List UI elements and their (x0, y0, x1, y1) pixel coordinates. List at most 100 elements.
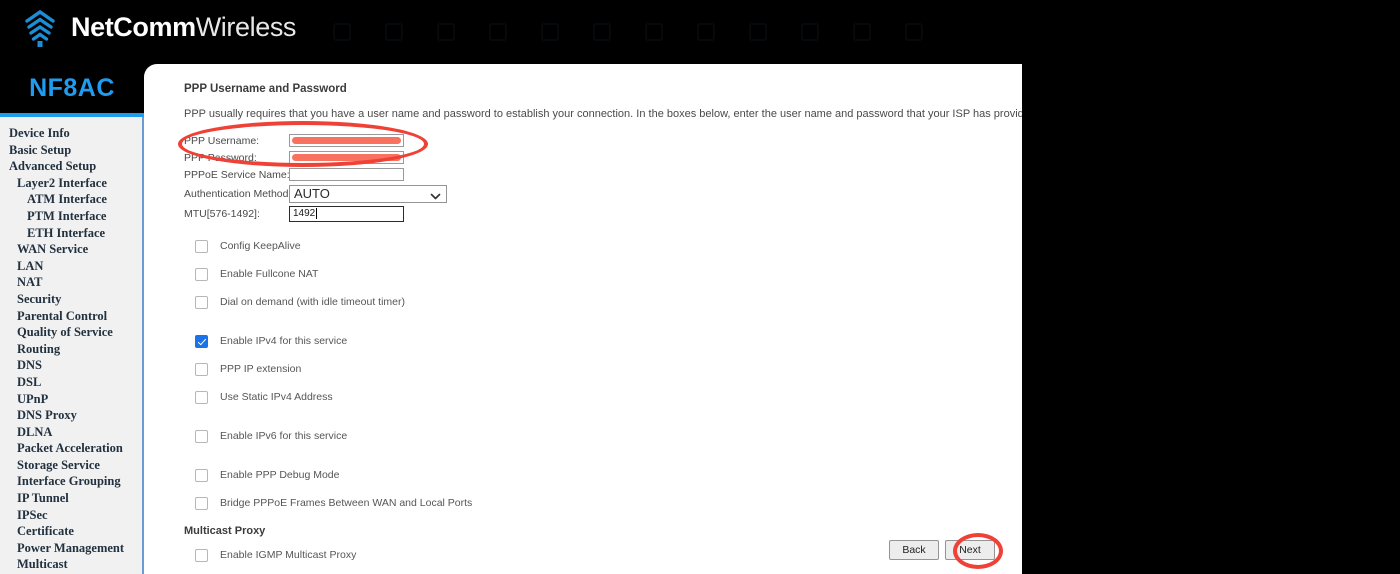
auth-method-label: Authentication Method: (184, 187, 292, 200)
field-row-pppoe-service-name: PPPoE Service Name: (184, 166, 994, 183)
sidebar-item-quality-of-service[interactable]: Quality of Service (0, 324, 142, 341)
auth-method-value: AUTO (294, 186, 330, 201)
brand-name-primary: NetComm (71, 11, 196, 42)
sidebar-item-advanced-setup[interactable]: Advanced Setup (0, 158, 142, 175)
app-header: NetCommWireless (0, 0, 1400, 58)
options-group-ipv4: Enable IPv4 for this service PPP IP exten… (184, 327, 994, 411)
ppp-username-input[interactable] (289, 134, 404, 147)
igmp-multicast-proxy-label: Enable IGMP Multicast Proxy (220, 549, 357, 561)
sidebar-item-packet-acceleration[interactable]: Packet Acceleration (0, 440, 142, 457)
option-row-igmp-multicast-proxy: Enable IGMP Multicast Proxy (184, 541, 994, 569)
sidebar-item-layer2-interface[interactable]: Layer2 Interface (0, 175, 142, 192)
enable-ppp-debug-mode-label: Enable PPP Debug Mode (220, 469, 340, 481)
sidebar-item-ipsec[interactable]: IPSec (0, 507, 142, 524)
sidebar-item-dns[interactable]: DNS (0, 357, 142, 374)
option-row-enable-fullcone-nat: Enable Fullcone NAT (184, 260, 994, 288)
sidebar-item-interface-grouping[interactable]: Interface Grouping (0, 473, 142, 490)
dial-on-demand-with-idle-timeout-timer-checkbox[interactable] (195, 295, 208, 309)
options-group-ipv6: Enable IPv6 for this service (184, 422, 994, 450)
sidebar-item-device-info[interactable]: Device Info (0, 125, 142, 142)
sidebar-item-storage-service[interactable]: Storage Service (0, 457, 142, 474)
sidebar-item-eth-interface[interactable]: ETH Interface (0, 225, 142, 242)
back-button[interactable]: Back (889, 540, 939, 560)
sidebar-item-lan[interactable]: LAN (0, 258, 142, 275)
use-static-ipv4-address-checkbox[interactable] (195, 390, 208, 404)
credentials-form: PPP Username: PPP Password: PPPoE Servic… (184, 132, 994, 223)
mtu-label: MTU[576-1492]: (184, 207, 260, 220)
use-static-ipv4-address-label: Use Static IPv4 Address (220, 391, 333, 403)
option-row-dial-on-demand-with-idle-timeout-timer: Dial on demand (with idle timeout timer) (184, 288, 994, 316)
sidebar-item-dsl[interactable]: DSL (0, 374, 142, 391)
chevron-down-icon (430, 190, 441, 199)
option-row-use-static-ipv4-address: Use Static IPv4 Address (184, 383, 994, 411)
wifi-signal-icon (18, 8, 62, 48)
dial-on-demand-with-idle-timeout-timer-label: Dial on demand (with idle timeout timer) (220, 296, 405, 308)
ppp-password-label: PPP Password: (184, 151, 257, 164)
enable-ppp-debug-mode-checkbox[interactable] (195, 468, 208, 482)
option-row-enable-ipv6-for-this-service: Enable IPv6 for this service (184, 422, 994, 450)
ppp-username-label: PPP Username: (184, 134, 260, 147)
option-row-enable-ipv4-for-this-service: Enable IPv4 for this service (184, 327, 994, 355)
redaction-overlay (292, 137, 401, 144)
igmp-multicast-proxy-checkbox[interactable] (195, 548, 208, 562)
sidebar-item-security[interactable]: Security (0, 291, 142, 308)
sidebar-nav[interactable]: Device Info Basic Setup Advanced Setup Laye… (0, 117, 144, 574)
page-title: PPP Username and Password (184, 83, 347, 95)
sidebar-item-routing[interactable]: Routing (0, 341, 142, 358)
content-panel: PPP Username and Password PPP usually re… (144, 64, 1022, 574)
sidebar-item-wan-service[interactable]: WAN Service (0, 241, 142, 258)
sidebar-item-dns-proxy[interactable]: DNS Proxy (0, 407, 142, 424)
sidebar-item-dlna[interactable]: DLNA (0, 424, 142, 441)
option-row-ppp-ip-extension: PPP IP extension (184, 355, 994, 383)
sidebar-item-ptm-interface[interactable]: PTM Interface (0, 208, 142, 225)
sidebar: NF8AC Device Info Basic Setup Advanced Set… (0, 58, 144, 574)
auth-method-select[interactable]: AUTO (289, 184, 447, 203)
brand-wordmark: NetCommWireless (71, 11, 297, 43)
sidebar-item-power-management[interactable]: Power Management (0, 540, 142, 557)
ppp-password-input[interactable] (289, 151, 404, 164)
sidebar-item-nat[interactable]: NAT (0, 274, 142, 291)
bridge-pppoe-frames-between-wan-and-local-ports-label: Bridge PPPoE Frames Between WAN and Loca… (220, 497, 473, 509)
ppp-ip-extension-checkbox[interactable] (195, 362, 208, 376)
redaction-overlay (292, 154, 401, 161)
pppoe-service-name-label: PPPoE Service Name: (184, 168, 290, 181)
enable-fullcone-nat-checkbox[interactable] (195, 267, 208, 281)
device-model-label: NF8AC (29, 74, 115, 102)
option-row-config-keepalive: Config KeepAlive (184, 232, 994, 260)
mtu-value: 1492 (293, 208, 316, 219)
config-keepalive-checkbox[interactable] (195, 239, 208, 253)
field-row-ppp-password: PPP Password: (184, 149, 994, 166)
sidebar-item-upnp[interactable]: UPnP (0, 391, 142, 408)
enable-ipv4-for-this-service-label: Enable IPv4 for this service (220, 335, 348, 347)
pppoe-service-name-input[interactable] (289, 168, 404, 181)
sidebar-item-certificate[interactable]: Certificate (0, 523, 142, 540)
brand-logo: NetCommWireless (18, 8, 296, 48)
enable-ipv6-for-this-service-label: Enable IPv6 for this service (220, 430, 348, 442)
config-keepalive-label: Config KeepAlive (220, 240, 301, 252)
field-row-auth-method: Authentication Method: AUTO (184, 183, 994, 204)
enable-fullcone-nat-label: Enable Fullcone NAT (220, 268, 319, 280)
options-group-general: Config KeepAlive Enable Fullcone NAT Dial … (184, 232, 994, 316)
brand-name-secondary: Wireless (195, 11, 297, 42)
ppp-ip-extension-label: PPP IP extension (220, 363, 302, 375)
option-row-enable-ppp-debug-mode: Enable PPP Debug Mode (184, 461, 994, 489)
field-row-mtu: MTU[576-1492]: 1492 (184, 204, 994, 223)
sidebar-item-atm-interface[interactable]: ATM Interface (0, 191, 142, 208)
multicast-proxy-title: Multicast Proxy (184, 525, 266, 537)
text-caret (315, 208, 317, 219)
bridge-pppoe-frames-between-wan-and-local-ports-checkbox[interactable] (195, 496, 208, 510)
enable-ipv4-for-this-service-checkbox[interactable] (195, 334, 208, 348)
option-row-bridge-pppoe-frames-between-wan-and-local-ports: Bridge PPPoE Frames Between WAN and Loca… (184, 489, 994, 517)
sidebar-item-ip-tunnel[interactable]: IP Tunnel (0, 490, 142, 507)
sidebar-item-multicast[interactable]: Multicast (0, 556, 142, 573)
sidebar-item-basic-setup[interactable]: Basic Setup (0, 142, 142, 159)
enable-ipv6-for-this-service-checkbox[interactable] (195, 429, 208, 443)
mtu-input[interactable]: 1492 (289, 205, 404, 222)
field-row-ppp-username: PPP Username: (184, 132, 994, 149)
sidebar-item-parental-control[interactable]: Parental Control (0, 308, 142, 325)
next-button[interactable]: Next (945, 540, 995, 560)
options-group-ppp-advanced: Enable PPP Debug Mode Bridge PPPoE Frames… (184, 461, 994, 517)
header-watermark-pattern (330, 14, 1030, 48)
page-description: PPP usually requires that you have a use… (184, 108, 1022, 120)
wizard-button-bar: Back Next (889, 540, 995, 560)
